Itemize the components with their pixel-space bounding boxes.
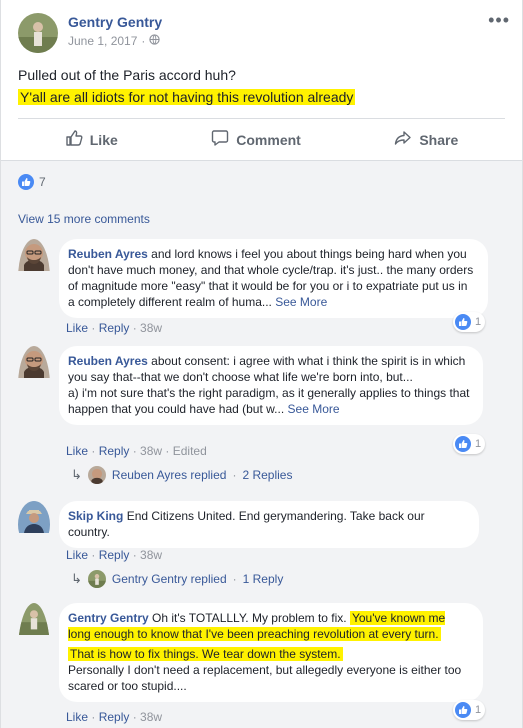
post-meta: Gentry Gentry June 1, 2017 · xyxy=(68,14,162,53)
commenter-avatar[interactable] xyxy=(18,501,50,548)
comment-time[interactable]: 38w xyxy=(140,444,162,458)
comment-actions: Like · Reply · 38w xyxy=(66,321,163,335)
reply-count: 1 Reply xyxy=(242,572,284,586)
like-reaction-icon xyxy=(455,702,471,718)
comment-like-link[interactable]: Like xyxy=(66,548,88,562)
post-action-bar: Like Comment Share xyxy=(18,118,505,160)
thumbs-up-icon xyxy=(65,129,83,150)
replies-link[interactable]: ↳ Reuben Ayres replied · 2 Replies xyxy=(71,466,292,484)
like-reaction-icon xyxy=(18,174,34,190)
like-reaction-icon xyxy=(455,436,471,452)
commenter-avatar[interactable] xyxy=(18,346,50,425)
like-label: Like xyxy=(89,131,118,148)
comment-actions: Like · Reply · 38w xyxy=(66,548,163,562)
post-date-line: June 1, 2017 · xyxy=(68,34,162,48)
comment-time[interactable]: 38w xyxy=(140,548,162,562)
reply-avatar xyxy=(87,570,106,588)
comment-text-continued: a) i'm not sure that's the right paradig… xyxy=(68,386,470,416)
comment-edited-label[interactable]: Edited xyxy=(173,444,207,458)
comment-like-link[interactable]: Like xyxy=(66,444,88,458)
view-more-comments-link[interactable]: View 15 more comments xyxy=(18,212,150,226)
post-date[interactable]: June 1, 2017 xyxy=(68,34,137,48)
commenter-name[interactable]: Skip King xyxy=(68,509,123,523)
comment-icon xyxy=(211,129,229,150)
comment-reaction-badge[interactable]: 1 xyxy=(453,700,486,720)
comment-bubble: Skip King End Citizens United. End gerym… xyxy=(59,501,479,548)
see-more-link[interactable]: See More xyxy=(288,402,340,416)
comment-time[interactable]: 38w xyxy=(140,321,162,335)
comment-reaction-count: 1 xyxy=(475,316,482,328)
comment-reply-link[interactable]: Reply xyxy=(99,444,130,458)
author-avatar[interactable] xyxy=(18,13,58,53)
replies-link[interactable]: ↳ Gentry Gentry replied · 1 Reply xyxy=(71,570,283,588)
comment-button[interactable]: Comment xyxy=(211,129,301,150)
commenter-name[interactable]: Reuben Ayres xyxy=(68,247,148,261)
reply-arrow-icon: ↳ xyxy=(71,571,82,586)
comment-reaction-count: 1 xyxy=(475,704,482,716)
comment-reaction-badge[interactable]: 1 xyxy=(453,312,486,332)
commenter-avatar[interactable] xyxy=(18,603,50,702)
see-more-link[interactable]: See More xyxy=(275,295,327,309)
post-card: Gentry Gentry June 1, 2017 · ••• Pulled … xyxy=(0,0,523,728)
share-icon xyxy=(394,129,412,150)
post-author-name[interactable]: Gentry Gentry xyxy=(68,14,162,30)
reply-count: 2 Replies xyxy=(242,468,293,482)
like-reaction-icon xyxy=(455,314,471,330)
share-button[interactable]: Share xyxy=(394,129,458,150)
comment-text-highlighted-2: That is how to fix things. We tear down … xyxy=(68,647,343,661)
post-header: Gentry Gentry June 1, 2017 · xyxy=(18,13,162,53)
comment-label: Comment xyxy=(236,131,301,148)
comment-item: Skip King End Citizens United. End gerym… xyxy=(18,501,479,548)
comment-reply-link[interactable]: Reply xyxy=(99,548,130,562)
comment-reply-link[interactable]: Reply xyxy=(99,710,130,724)
reaction-count: 7 xyxy=(39,175,46,189)
post-body: Pulled out of the Paris accord huh? Y'al… xyxy=(18,64,356,108)
reaction-summary[interactable]: 7 xyxy=(18,174,46,190)
comment-time[interactable]: 38w xyxy=(140,710,162,724)
commenter-name[interactable]: Gentry Gentry xyxy=(68,611,149,625)
comment-text: Oh it's TOTALLLY. My problem to fix. xyxy=(152,611,347,625)
comment-reaction-count: 1 xyxy=(475,438,482,450)
comments-section: 7 View 15 more comments Reuben Ayres and… xyxy=(1,160,522,728)
comment-item: Gentry Gentry Oh it's TOTALLLY. My probl… xyxy=(18,603,483,702)
comment-like-link[interactable]: Like xyxy=(66,321,88,335)
reply-arrow-icon: ↳ xyxy=(71,467,82,482)
post-text-line-2-highlighted: Y'all are all idiots for not having this… xyxy=(18,89,356,105)
comment-bubble: Gentry Gentry Oh it's TOTALLLY. My probl… xyxy=(59,603,483,702)
comment-item: Reuben Ayres and lord knows i feel you a… xyxy=(18,239,488,318)
comment-actions: Like · Reply · 38w xyxy=(66,710,163,724)
more-dots-icon[interactable]: ••• xyxy=(488,10,510,31)
share-label: Share xyxy=(419,131,459,148)
comment-bubble: Reuben Ayres about consent: i agree with… xyxy=(59,346,483,425)
comment-bubble: Reuben Ayres and lord knows i feel you a… xyxy=(59,239,488,318)
commenter-name[interactable]: Reuben Ayres xyxy=(68,354,148,368)
like-button[interactable]: Like xyxy=(65,129,118,150)
commenter-avatar[interactable] xyxy=(18,239,50,318)
replier-name: Gentry Gentry replied xyxy=(111,572,227,586)
comment-text-continued: Personally I don't need a replacement, b… xyxy=(68,663,462,693)
comment-actions: Like · Reply · 38w · Edited xyxy=(66,444,207,458)
replier-name: Reuben Ayres replied xyxy=(111,468,227,482)
globe-icon xyxy=(149,34,161,48)
comment-reaction-badge[interactable]: 1 xyxy=(453,434,486,454)
reply-avatar xyxy=(87,466,106,484)
comment-reply-link[interactable]: Reply xyxy=(99,321,130,335)
comment-like-link[interactable]: Like xyxy=(66,710,88,724)
post-text-line-1: Pulled out of the Paris accord huh? xyxy=(18,67,236,83)
comment-item: Reuben Ayres about consent: i agree with… xyxy=(18,346,483,425)
